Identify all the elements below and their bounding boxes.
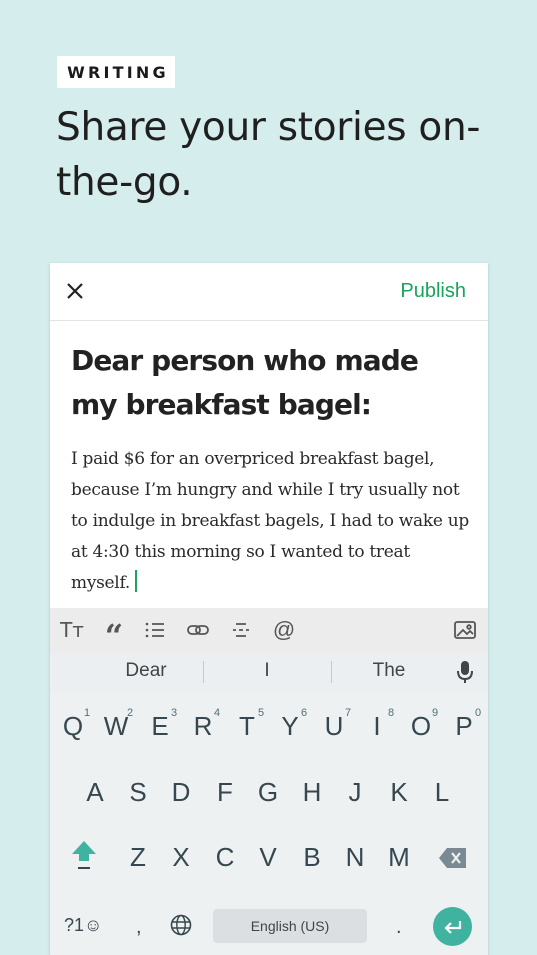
key-y[interactable]: Y6 (272, 706, 308, 746)
key-label: E (151, 711, 169, 741)
period-key[interactable]: . (396, 916, 402, 939)
suggestion-1[interactable]: Dear (96, 660, 196, 682)
story-body-text: I paid $6 for an overpriced breakfast ba… (71, 449, 469, 593)
key-r[interactable]: R4 (185, 706, 221, 746)
key-hint: 1 (84, 707, 91, 719)
image-icon[interactable] (448, 608, 482, 652)
key-o[interactable]: O9 (403, 706, 439, 746)
space-bar[interactable]: English (US) (213, 909, 367, 943)
keys-area: Q1 W2 E3 R4 T5 Y6 U7 I8 O9 P0 A S D F G … (50, 692, 488, 955)
format-toolbar: Tт “ @ (50, 608, 488, 652)
key-n[interactable]: N (337, 837, 373, 877)
mention-icon[interactable]: @ (267, 608, 301, 652)
key-q[interactable]: Q1 (55, 706, 91, 746)
enter-icon (443, 920, 461, 934)
key-t[interactable]: T5 (229, 706, 265, 746)
mention-glyph: @ (272, 617, 296, 642)
key-hint: 0 (475, 707, 482, 719)
key-hint: 9 (432, 707, 439, 719)
comma-key[interactable]: , (136, 916, 142, 939)
key-label: Y (281, 711, 299, 741)
key-p[interactable]: P0 (446, 706, 482, 746)
key-f[interactable]: F (207, 772, 243, 812)
headline: Share your stories on-the-go. (56, 105, 481, 205)
suggestion-3[interactable]: The (339, 660, 439, 682)
story-title[interactable]: Dear person who made my breakfast bagel: (71, 339, 471, 427)
microphone-icon[interactable] (456, 660, 474, 689)
key-hint: 4 (214, 707, 221, 719)
key-hint: 7 (345, 707, 352, 719)
key-h[interactable]: H (294, 772, 330, 812)
publish-button[interactable]: Publish (400, 280, 466, 303)
key-label: W (103, 711, 129, 741)
key-hint: 8 (388, 707, 395, 719)
key-label: U (324, 711, 344, 741)
text-size-icon[interactable]: Tт (55, 608, 89, 652)
key-m[interactable]: M (381, 837, 417, 877)
quote-glyph: “ (104, 617, 124, 655)
phone-screen: Publish Dear person who made my breakfas… (50, 263, 488, 955)
key-c[interactable]: C (207, 837, 243, 877)
text-size-glyph: Tт (60, 618, 84, 642)
keyboard: Dear I The Q1 W2 E3 R4 T5 Y6 U7 I8 O9 P0… (50, 652, 488, 955)
close-icon[interactable] (64, 280, 86, 302)
key-w[interactable]: W2 (98, 706, 134, 746)
link-icon[interactable] (181, 608, 215, 652)
key-label: Q (62, 711, 84, 741)
key-label: R (193, 711, 213, 741)
key-label: O (410, 711, 432, 741)
text-caret (134, 570, 137, 592)
key-k[interactable]: K (381, 772, 417, 812)
key-z[interactable]: Z (120, 837, 156, 877)
separator-icon[interactable] (224, 608, 258, 652)
key-j[interactable]: J (337, 772, 373, 812)
shift-icon[interactable] (70, 838, 98, 872)
section-badge: WRITING (57, 56, 175, 88)
globe-icon[interactable] (170, 914, 192, 936)
key-label: P (455, 711, 473, 741)
enter-button[interactable] (433, 907, 472, 946)
key-i[interactable]: I8 (359, 706, 395, 746)
key-hint: 3 (171, 707, 178, 719)
suggestion-divider (203, 661, 204, 683)
key-d[interactable]: D (163, 772, 199, 812)
key-g[interactable]: G (250, 772, 286, 812)
key-e[interactable]: E3 (142, 706, 178, 746)
suggestion-2[interactable]: I (217, 660, 317, 682)
key-label: I (373, 711, 381, 741)
key-u[interactable]: U7 (316, 706, 352, 746)
list-icon[interactable] (138, 608, 172, 652)
quote-icon[interactable]: “ (97, 608, 131, 652)
key-l[interactable]: L (424, 772, 460, 812)
key-v[interactable]: V (250, 837, 286, 877)
story-body[interactable]: I paid $6 for an overpriced breakfast ba… (71, 444, 471, 599)
symbols-key[interactable]: ?1☺ (64, 915, 102, 936)
key-hint: 6 (301, 707, 308, 719)
suggestion-divider (331, 661, 332, 683)
backspace-icon[interactable] (438, 847, 468, 869)
key-a[interactable]: A (77, 772, 113, 812)
key-hint: 2 (127, 707, 134, 719)
key-x[interactable]: X (163, 837, 199, 877)
key-label: T (239, 711, 255, 741)
key-s[interactable]: S (120, 772, 156, 812)
key-hint: 5 (258, 707, 265, 719)
key-b[interactable]: B (294, 837, 330, 877)
editor-top-bar: Publish (50, 263, 488, 321)
suggestion-strip: Dear I The (50, 652, 488, 692)
